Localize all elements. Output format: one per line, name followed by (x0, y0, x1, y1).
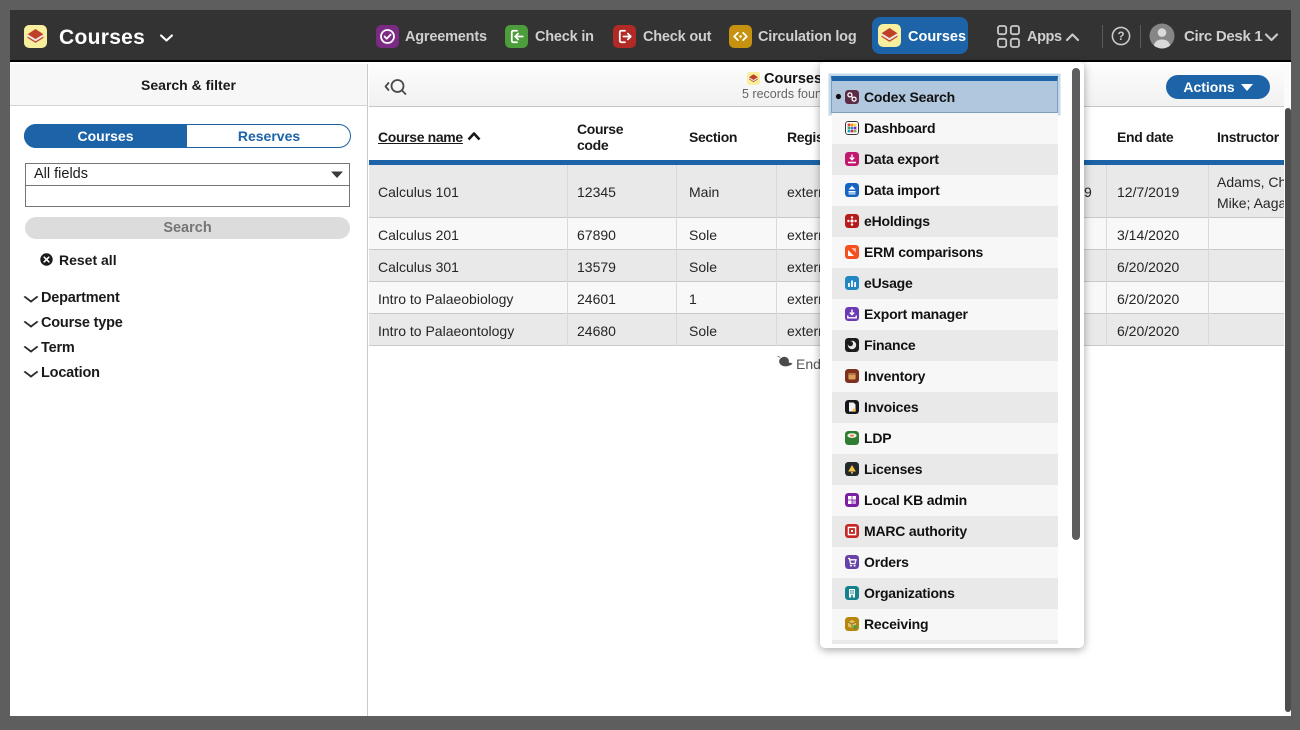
svg-text:?: ? (1117, 31, 1124, 43)
